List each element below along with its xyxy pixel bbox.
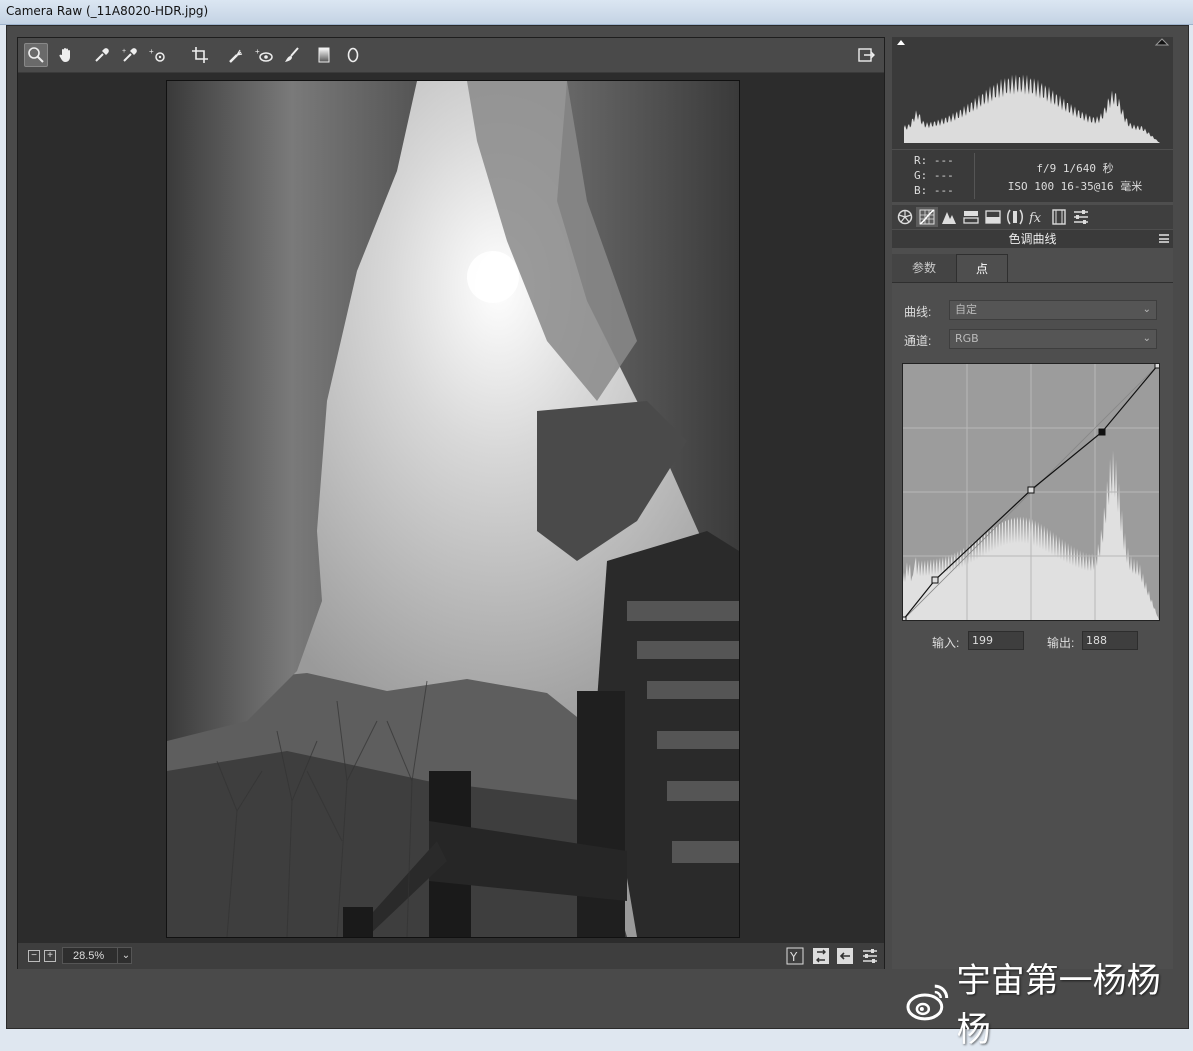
output-field[interactable]: 188 — [1082, 631, 1138, 650]
input-label: 输入: — [932, 636, 960, 650]
toolbar: + + + — [18, 38, 884, 73]
iso-lens: ISO 100 16-35@16 毫米 — [1007, 180, 1143, 193]
photo-image — [167, 81, 739, 937]
white-balance-tool-icon[interactable] — [90, 43, 114, 67]
right-panel: R: --- G: --- B: --- f/9 1/640 秒 ISO 100… — [892, 37, 1173, 969]
zoom-out-button[interactable]: − — [28, 950, 40, 962]
detail-panel-icon[interactable] — [938, 207, 960, 227]
swap-before-after-icon[interactable] — [812, 947, 830, 965]
presets-panel-icon[interactable] — [1070, 207, 1092, 227]
curve-point[interactable] — [1027, 486, 1035, 494]
panel-tabs: fx — [892, 205, 1173, 229]
panel-title-text: 色调曲线 — [1008, 232, 1057, 246]
spot-removal-tool-icon[interactable] — [224, 43, 248, 67]
zoom-dropdown-icon[interactable]: ⌄ — [117, 947, 134, 964]
status-bar: − + 28.5% ⌄ Y — [18, 943, 884, 969]
exif-info: f/9 1/640 秒 ISO 100 16-35@16 毫米 — [977, 160, 1173, 196]
channel-label: 通道: — [904, 334, 932, 348]
curve-subtabs: 参数 点 — [892, 254, 1173, 283]
svg-text:+: + — [255, 47, 260, 56]
chevron-down-icon: ⌄ — [1142, 333, 1151, 344]
camera-info: R: --- G: --- B: --- f/9 1/640 秒 ISO 100… — [892, 150, 1173, 202]
red-eye-removal-tool-icon[interactable]: + — [252, 43, 276, 67]
rgb-readout: R: --- G: --- B: --- — [914, 153, 954, 198]
input-field[interactable]: 199 — [968, 631, 1024, 650]
svg-text:+: + — [149, 47, 154, 56]
curve-point[interactable] — [931, 576, 939, 584]
camera-calibration-panel-icon[interactable] — [1048, 207, 1070, 227]
zoom-tool-icon[interactable] — [24, 43, 48, 67]
curve-preset-select[interactable]: 自定 ⌄ — [949, 300, 1157, 320]
aperture-shutter: f/9 1/640 秒 — [1036, 162, 1114, 175]
curve-preset-value: 自定 — [955, 303, 977, 316]
graduated-filter-icon[interactable] — [312, 43, 336, 67]
g-value: G: --- — [914, 169, 954, 182]
chevron-down-icon: ⌄ — [1142, 304, 1151, 315]
basic-panel-icon[interactable] — [894, 207, 916, 227]
preview-area: + + + − + 28.5% ⌄ Y — [17, 37, 885, 969]
r-value: R: --- — [914, 154, 954, 167]
lens-corrections-panel-icon[interactable] — [1004, 207, 1026, 227]
highlight-clipping-icon — [1154, 38, 1170, 46]
view-settings-icon[interactable] — [861, 947, 879, 965]
tab-point[interactable]: 点 — [956, 254, 1008, 282]
svg-text:Y: Y — [789, 950, 798, 964]
radial-filter-icon[interactable] — [341, 43, 365, 67]
title-bar: Camera Raw (_11A8020-HDR.jpg) — [0, 0, 1193, 25]
panel-menu-icon[interactable] — [1159, 234, 1169, 243]
zoom-level-value: 28.5% — [73, 950, 105, 962]
targeted-adjustment-tool-icon[interactable]: + — [146, 43, 170, 67]
watermark-text: 宇宙第一杨杨杨 — [956, 961, 1161, 1050]
channel-select[interactable]: RGB ⌄ — [949, 329, 1157, 349]
color-sampler-tool-icon[interactable]: + — [118, 43, 142, 67]
curve-point[interactable] — [1098, 428, 1106, 436]
tone-curve-graph[interactable] — [899, 361, 1162, 624]
crop-tool-icon[interactable] — [188, 43, 212, 67]
svg-text:fx: fx — [1029, 211, 1042, 225]
b-value: B: --- — [914, 184, 954, 197]
channel-value: RGB — [955, 332, 979, 345]
hsl-panel-icon[interactable] — [960, 207, 982, 227]
zoom-in-button[interactable]: + — [44, 950, 56, 962]
output-label: 输出: — [1047, 636, 1075, 650]
shadow-clipping-icon — [897, 40, 905, 45]
tab-parametric[interactable]: 参数 — [892, 254, 956, 282]
curve-point[interactable] — [899, 616, 907, 624]
hand-tool-icon[interactable] — [54, 43, 78, 67]
effects-panel-icon[interactable]: fx — [1026, 207, 1048, 227]
curve-point[interactable] — [1154, 361, 1162, 369]
info-divider — [974, 153, 975, 199]
photo-preview[interactable] — [166, 80, 740, 938]
svg-text:+: + — [122, 48, 126, 55]
copy-settings-icon[interactable] — [836, 947, 854, 965]
watermark: 宇宙第一杨杨杨 — [905, 961, 1193, 1050]
before-after-view-icon[interactable]: Y — [786, 947, 804, 965]
tone-curve-panel-icon[interactable] — [916, 207, 938, 227]
weibo-logo-icon — [906, 984, 949, 1021]
panel-title: 色调曲线 — [892, 230, 1173, 248]
curve-label: 曲线: — [904, 305, 932, 319]
window-title: Camera Raw (_11A8020-HDR.jpg) — [6, 4, 209, 18]
open-preferences-icon[interactable] — [854, 43, 878, 67]
histogram — [892, 37, 1173, 149]
split-toning-panel-icon[interactable] — [982, 207, 1004, 227]
adjustment-brush-icon[interactable] — [280, 43, 304, 67]
